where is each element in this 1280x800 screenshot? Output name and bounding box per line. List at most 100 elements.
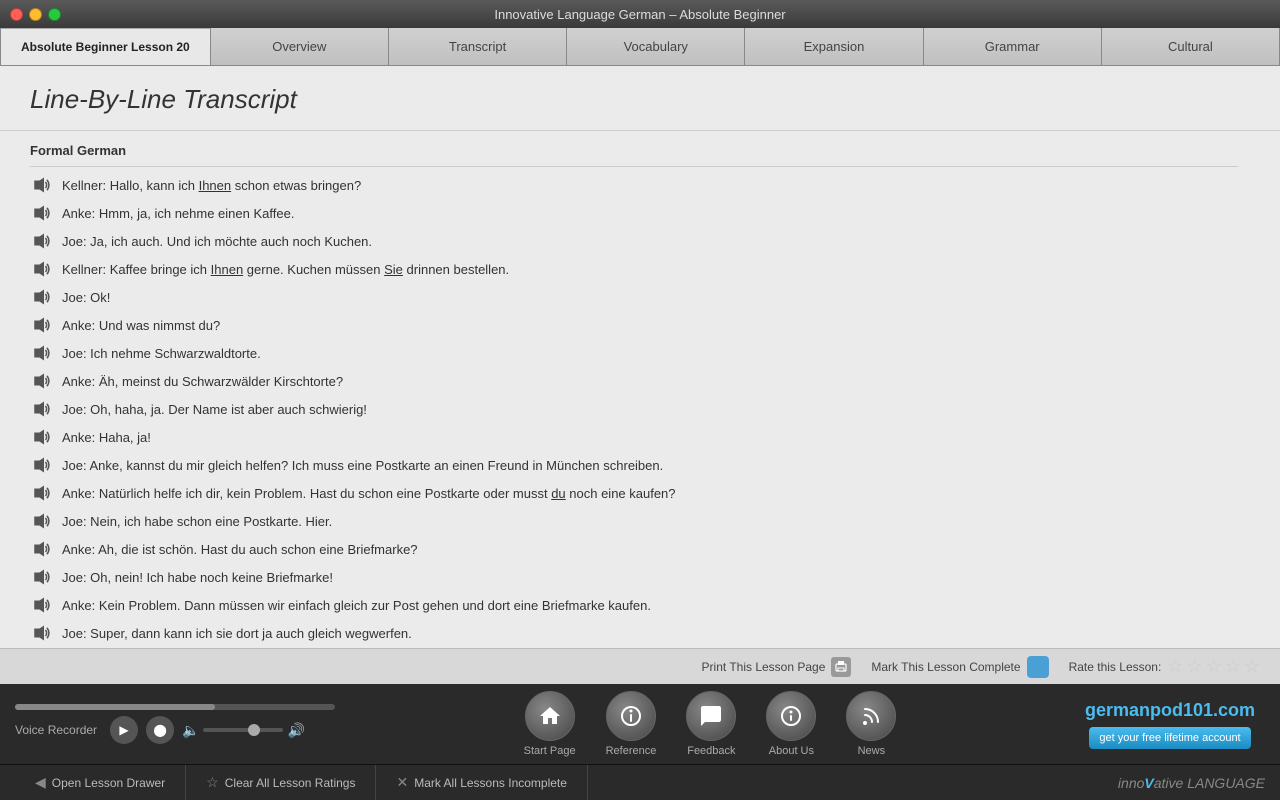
brand-name: germanpod101.com [1085, 700, 1255, 721]
stop-button[interactable]: ⬤ [146, 716, 174, 744]
clear-ratings-button[interactable]: ☆ Clear All Lesson Ratings [186, 765, 376, 800]
feedback-icon [686, 691, 736, 741]
recorder-controls: Voice Recorder ▶ ⬤ 🔈 🔊 [15, 716, 345, 744]
play-button[interactable]: ▶ [110, 716, 138, 744]
audio-button-17[interactable] [30, 624, 54, 644]
x-icon: ✕ [396, 774, 408, 791]
line-text-3: Joe: Ja, ich auch. Und ich möchte auch n… [62, 232, 372, 252]
tab-active-lesson[interactable]: Absolute Beginner Lesson 20 [0, 28, 211, 65]
audio-button-1[interactable] [30, 176, 54, 196]
transcript-inner: Formal German Kellner: Hallo, kann ich I… [0, 131, 1268, 648]
audio-button-13[interactable] [30, 512, 54, 532]
mark-incomplete-button[interactable]: ✕ Mark All Lessons Incomplete [376, 765, 587, 800]
start-page-label: Start Page [524, 745, 576, 757]
transcript-line: Joe: Oh, haha, ja. Der Name ist aber auc… [30, 396, 1238, 424]
transcript-line: Anke: Äh, meinst du Schwarzwälder Kirsch… [30, 368, 1238, 396]
section-header: Formal German [30, 131, 1238, 167]
line-text-15: Joe: Oh, nein! Ich habe noch keine Brief… [62, 568, 333, 588]
transcript-area[interactable]: Formal German Kellner: Hallo, kann ich I… [0, 131, 1280, 648]
transcript-line: Joe: Nein, ich habe schon eine Postkarte… [30, 508, 1238, 536]
tab-expansion[interactable]: Expansion [745, 28, 923, 65]
line-text-9: Joe: Oh, haha, ja. Der Name ist aber auc… [62, 400, 367, 420]
print-lesson[interactable]: Print This Lesson Page [702, 657, 852, 677]
line-text-14: Anke: Ah, die ist schön. Hast du auch sc… [62, 540, 418, 560]
audio-button-12[interactable] [30, 484, 54, 504]
news-label: News [858, 745, 886, 757]
maximize-button[interactable] [48, 8, 61, 21]
voice-recorder: Voice Recorder ▶ ⬤ 🔈 🔊 [0, 696, 360, 752]
open-drawer-button[interactable]: ◀ Open Lesson Drawer [15, 765, 186, 800]
bottom-bar: Voice Recorder ▶ ⬤ 🔈 🔊 Start Page [0, 684, 1280, 764]
rate-label: Rate this Lesson: [1069, 660, 1162, 674]
transcript-line: Anke: Und was nimmst du? [30, 312, 1238, 340]
audio-button-3[interactable] [30, 232, 54, 252]
nav-feedback[interactable]: Feedback [686, 691, 736, 757]
audio-button-2[interactable] [30, 204, 54, 224]
line-text-12: Anke: Natürlich helfe ich dir, kein Prob… [62, 484, 676, 504]
brand-cta-button[interactable]: get your free lifetime account [1089, 727, 1250, 749]
audio-button-9[interactable] [30, 400, 54, 420]
tab-cultural[interactable]: Cultural [1102, 28, 1280, 65]
volume-track [203, 728, 283, 732]
audio-button-4[interactable] [30, 260, 54, 280]
mark-complete[interactable]: Mark This Lesson Complete [871, 656, 1048, 678]
reference-label: Reference [606, 745, 657, 757]
minimize-button[interactable] [29, 8, 42, 21]
line-text-6: Anke: Und was nimmst du? [62, 316, 220, 336]
print-label: Print This Lesson Page [702, 660, 826, 674]
traffic-lights [10, 8, 61, 21]
brand-name-text: germanpod101.com [1085, 700, 1255, 720]
star-5[interactable]: ☆ [1244, 656, 1260, 677]
tab-bar: Absolute Beginner Lesson 20 Overview Tra… [0, 28, 1280, 66]
audio-button-10[interactable] [30, 428, 54, 448]
complete-checkbox[interactable] [1027, 656, 1049, 678]
nav-start-page[interactable]: Start Page [524, 691, 576, 757]
nav-news[interactable]: News [846, 691, 896, 757]
rate-lesson: Rate this Lesson: ☆ ☆ ☆ ☆ ☆ [1069, 656, 1260, 677]
audio-button-16[interactable] [30, 596, 54, 616]
star-2[interactable]: ☆ [1186, 656, 1202, 677]
innovative-logo-text: innoVative LANGUAGE [1118, 775, 1265, 791]
feedback-label: Feedback [687, 745, 735, 757]
transcript-line: Joe: Ich nehme Schwarzwaldtorte. [30, 340, 1238, 368]
tab-grammar[interactable]: Grammar [924, 28, 1102, 65]
line-text-10: Anke: Haha, ja! [62, 428, 151, 448]
brand-area: germanpod101.com get your free lifetime … [1060, 700, 1280, 749]
open-drawer-label: Open Lesson Drawer [52, 776, 165, 790]
star-4[interactable]: ☆ [1225, 656, 1241, 677]
reference-icon [606, 691, 656, 741]
audio-button-7[interactable] [30, 344, 54, 364]
transcript-line: Kellner: Hallo, kann ich Ihnen schon etw… [30, 172, 1238, 200]
mark-incomplete-label: Mark All Lessons Incomplete [414, 776, 567, 790]
audio-button-11[interactable] [30, 456, 54, 476]
action-bar: Print This Lesson Page Mark This Lesson … [0, 648, 1280, 684]
tab-vocabulary[interactable]: Vocabulary [567, 28, 745, 65]
audio-button-14[interactable] [30, 540, 54, 560]
recorder-progress [15, 704, 215, 710]
window-title: Innovative Language German – Absolute Be… [494, 7, 785, 22]
line-text-5: Joe: Ok! [62, 288, 110, 308]
transcript-line: Anke: Ah, die ist schön. Hast du auch sc… [30, 536, 1238, 564]
tab-transcript[interactable]: Transcript [389, 28, 567, 65]
star-icon: ☆ [206, 774, 219, 791]
star-1[interactable]: ☆ [1167, 656, 1183, 677]
star-3[interactable]: ☆ [1206, 656, 1222, 677]
nav-about-us[interactable]: About Us [766, 691, 816, 757]
start-page-icon [525, 691, 575, 741]
title-bar: Innovative Language German – Absolute Be… [0, 0, 1280, 28]
audio-button-15[interactable] [30, 568, 54, 588]
audio-button-5[interactable] [30, 288, 54, 308]
close-button[interactable] [10, 8, 23, 21]
audio-button-6[interactable] [30, 316, 54, 336]
transcript-line: Joe: Ja, ich auch. Und ich möchte auch n… [30, 228, 1238, 256]
tab-overview[interactable]: Overview [211, 28, 389, 65]
print-icon [831, 657, 851, 677]
volume-slider[interactable]: 🔈 🔊 [182, 722, 305, 739]
audio-button-8[interactable] [30, 372, 54, 392]
complete-label: Mark This Lesson Complete [871, 660, 1020, 674]
transcript-line: Joe: Super, dann kann ich sie dort ja au… [30, 620, 1238, 648]
about-us-label: About Us [769, 745, 814, 757]
page-title: Line-By-Line Transcript [0, 66, 1280, 131]
nav-reference[interactable]: Reference [606, 691, 657, 757]
star-rating[interactable]: ☆ ☆ ☆ ☆ ☆ [1167, 656, 1260, 677]
